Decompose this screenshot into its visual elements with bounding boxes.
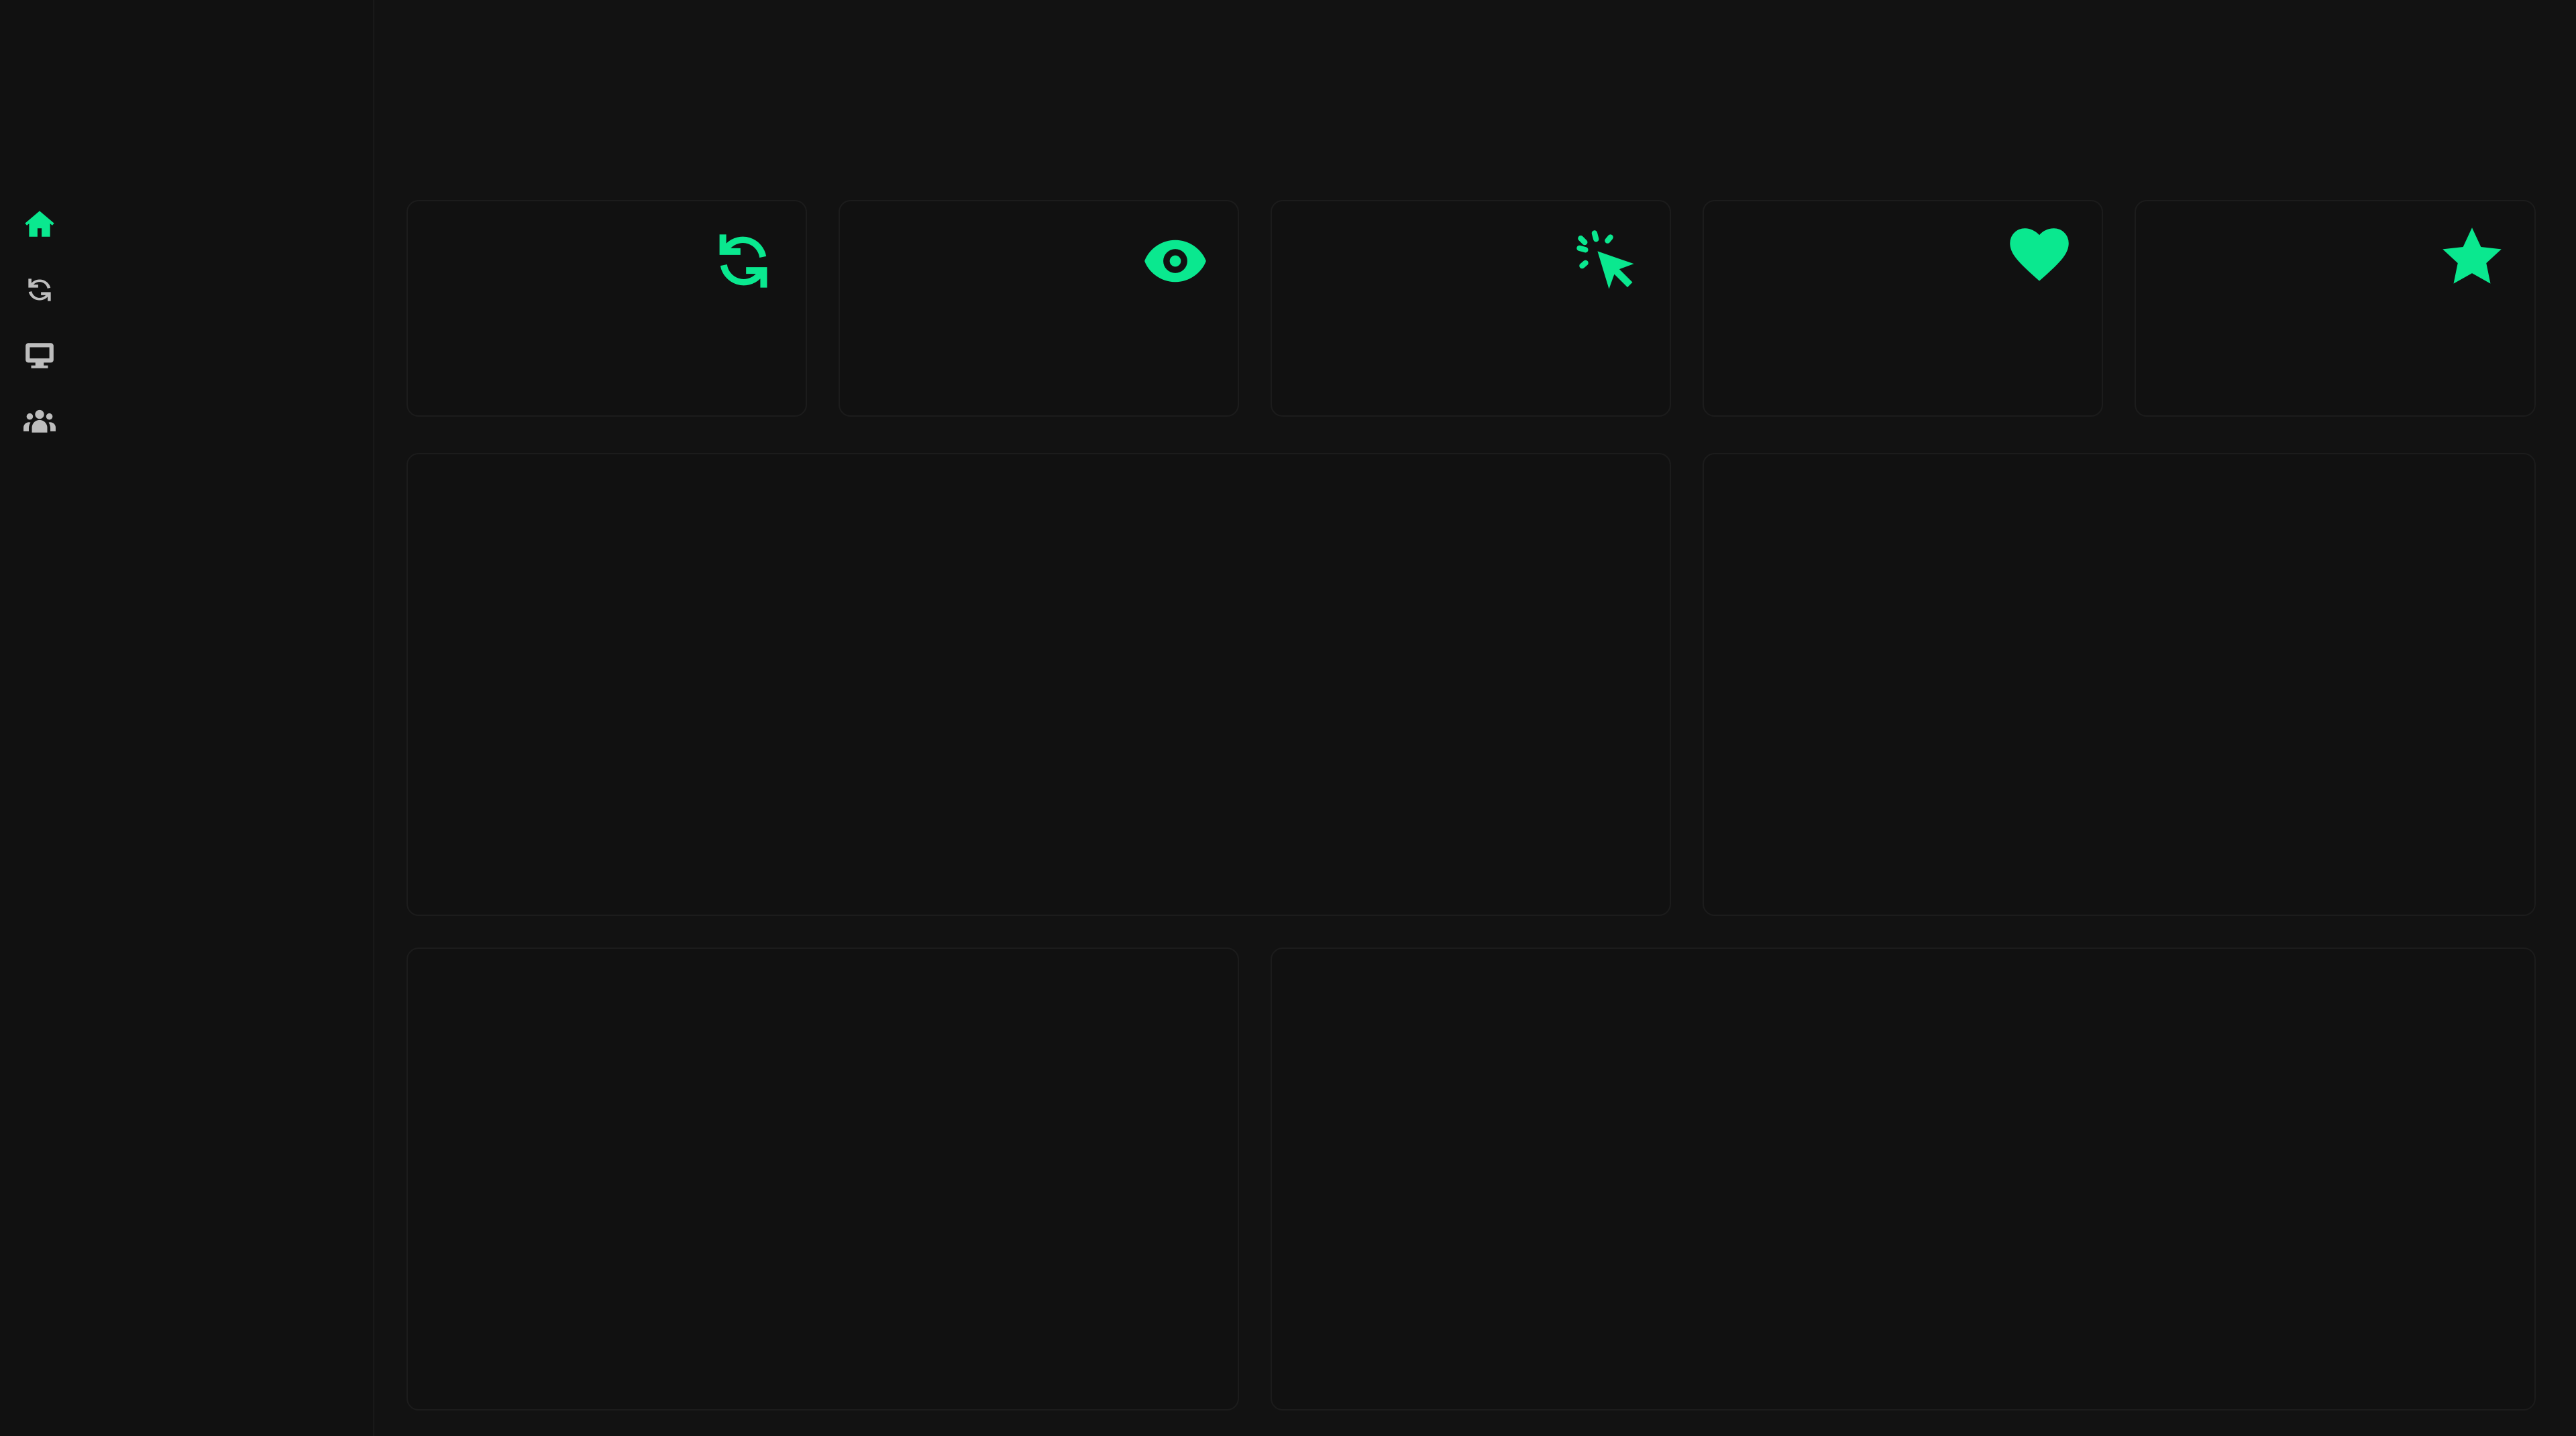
monitor-icon — [25, 343, 54, 368]
sidebar-nav — [23, 208, 66, 438]
sync-icon — [28, 278, 51, 301]
sync-icon — [719, 234, 767, 288]
pointer-click-icon — [1576, 230, 1634, 289]
stat-card-sync — [407, 200, 807, 417]
sidebar-item-sync[interactable] — [23, 274, 66, 306]
home-icon — [25, 211, 54, 237]
main-content — [374, 0, 2576, 1436]
stat-card-views — [839, 200, 1239, 417]
panel-bottom-left — [407, 947, 1239, 1411]
stat-card-favorites — [2135, 200, 2536, 417]
panel-bottom-right — [1271, 947, 2536, 1411]
app-window — [0, 0, 2576, 1436]
heart-icon — [2010, 228, 2069, 281]
star-icon — [2443, 227, 2502, 284]
eye-icon — [1144, 240, 1206, 283]
users-icon — [23, 409, 56, 433]
panel-right — [1703, 453, 2536, 916]
sidebar-item-users[interactable] — [23, 405, 66, 438]
stat-card-clicks — [1271, 200, 1671, 417]
sidebar-item-monitor[interactable] — [23, 340, 66, 372]
panel-large-left — [407, 453, 1671, 916]
sidebar-item-home[interactable] — [23, 208, 66, 240]
stat-card-likes — [1703, 200, 2103, 417]
sidebar — [0, 0, 374, 1436]
